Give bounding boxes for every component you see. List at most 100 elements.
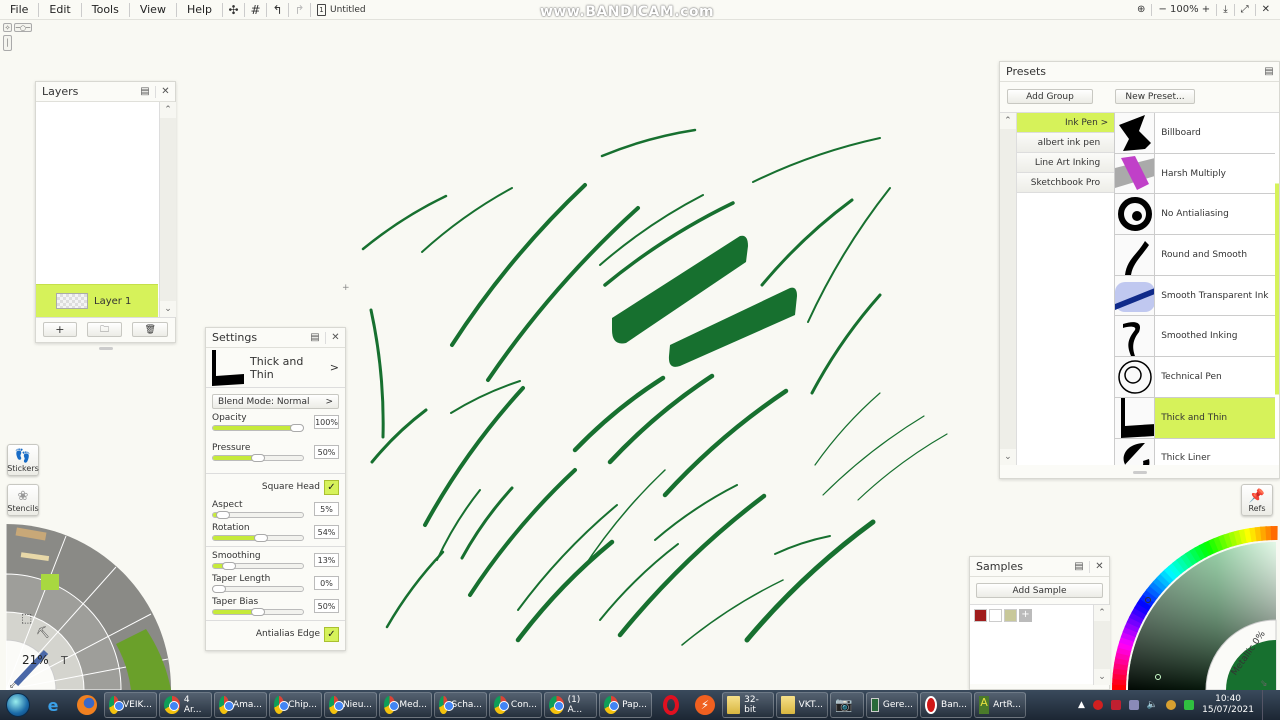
app-tray-icon[interactable] [1166, 700, 1177, 710]
panel-menu-icon[interactable]: ▤ [1259, 66, 1279, 78]
vertical-slider-icon[interactable]: │ [3, 35, 12, 51]
menu-edit[interactable]: Edit [39, 2, 82, 17]
preset-group-item[interactable]: Line Art Inking [1016, 153, 1115, 173]
preset-item[interactable]: Billboard [1115, 113, 1276, 154]
preset-group-item[interactable]: albert ink pen [1016, 133, 1115, 153]
preset-item[interactable]: Harsh Multiply [1115, 153, 1276, 195]
taskbar-button[interactable]: Nieu... [324, 692, 377, 718]
panel-menu-icon[interactable]: ▤ [305, 332, 325, 344]
taskbar-button[interactable]: Ama... [214, 692, 267, 718]
start-button[interactable] [0, 690, 36, 720]
taskbar-button[interactable]: 4 Ar... [159, 692, 212, 718]
slider-value-field[interactable]: 54% [314, 525, 339, 539]
tray-expand-icon[interactable]: ▲ [1078, 700, 1085, 710]
scroll-up-icon[interactable]: ⌃ [160, 102, 176, 118]
preset-item[interactable]: Smooth Transparent Ink [1115, 275, 1276, 317]
scroll-down-icon[interactable]: ⌄ [160, 301, 176, 317]
stencils-button[interactable]: ❀ Stencils [7, 484, 39, 516]
slider-thumb[interactable] [254, 534, 268, 542]
slider-value-field[interactable]: 50% [314, 445, 339, 459]
taskbar-button[interactable]: Med... [379, 692, 432, 718]
slider-value-field[interactable]: 0% [314, 576, 339, 590]
slider-thumb[interactable] [251, 454, 265, 462]
horizontal-slider-icon[interactable]: ─○─ [14, 23, 32, 32]
scroll-up-icon[interactable]: ⌃ [1000, 113, 1016, 129]
layers-scrollbar[interactable]: ⌃ ⌄ [159, 102, 176, 317]
taskbar-button[interactable]: Pap... [599, 692, 652, 718]
grid-icon[interactable]: # [245, 2, 268, 17]
undo-icon[interactable]: ↰ [267, 2, 290, 17]
show-desktop-button[interactable] [1262, 690, 1272, 720]
add-layer-button[interactable]: + [43, 322, 77, 337]
menu-view[interactable]: View [130, 2, 177, 17]
zoom-out-button[interactable]: − [1158, 4, 1166, 15]
battery-icon[interactable] [1184, 700, 1195, 710]
layers-grip[interactable] [36, 341, 175, 350]
pin-icon[interactable]: ✧ [3, 23, 12, 32]
color-swatch[interactable] [974, 609, 987, 622]
preset-item[interactable]: Technical Pen [1115, 357, 1276, 398]
slider-thumb[interactable] [222, 562, 236, 570]
panel-menu-icon[interactable]: ▤ [1069, 561, 1089, 573]
color-swatch[interactable] [989, 609, 1002, 622]
slider-thumb[interactable] [290, 424, 304, 432]
taskbar-button[interactable]: 📷 [830, 692, 864, 718]
color-picker[interactable]: Metallic 0% ⇘ [1108, 522, 1280, 690]
roller-icon[interactable]: ⛏ [36, 626, 50, 639]
presets-scrollbar[interactable] [1275, 113, 1279, 465]
taskbar-button[interactable]: (1) A... [544, 692, 597, 718]
paint-tube-icon[interactable] [41, 574, 59, 590]
taskbar-button[interactable]: Con... [489, 692, 542, 718]
groups-scrollbar[interactable]: ⌃ ⌄ [1000, 113, 1017, 465]
preset-item[interactable]: Smoothed Inking [1115, 316, 1276, 358]
zoom-reset-icon[interactable]: ⊕ [1131, 4, 1151, 16]
speaker-icon[interactable]: 🔈 [1147, 700, 1158, 710]
preset-item[interactable]: Thick Liner [1115, 438, 1276, 465]
add-swatch-button[interactable]: + [1019, 609, 1032, 622]
clock[interactable]: 10:40 15/07/2021 [1202, 694, 1254, 716]
antialias-checkbox[interactable]: ✓ [324, 626, 339, 642]
blend-mode-select[interactable]: Blend Mode: Normal > [212, 394, 339, 409]
slider-value-field[interactable]: 13% [314, 553, 339, 567]
slider-thumb[interactable] [216, 511, 230, 519]
color-swatch[interactable] [1004, 609, 1017, 622]
delete-layer-button[interactable]: 🗑 [132, 322, 168, 337]
antivirus-tray-icon[interactable] [1110, 700, 1121, 710]
network-tray-icon[interactable] [1128, 700, 1139, 710]
panel-menu-icon[interactable]: ▤ [135, 86, 155, 98]
stickers-button[interactable]: 👣 Stickers [7, 444, 39, 476]
add-sample-button[interactable]: Add Sample [976, 583, 1103, 598]
selection-icon[interactable]: ⬚ [21, 611, 32, 625]
presets-grip[interactable] [1000, 465, 1279, 474]
preset-group-item[interactable]: Sketchbook Pro [1016, 173, 1115, 193]
record-tray-icon[interactable] [1092, 700, 1103, 710]
tool-wheel[interactable]: ⬚ ⛏ T 21% ⇙ [6, 524, 171, 690]
preset-item[interactable]: Thick and Thin [1115, 397, 1276, 439]
slider-value-field[interactable]: 100% [314, 415, 339, 429]
slider-value-field[interactable]: 5% [314, 502, 339, 516]
flash-icon[interactable]: ⚡ [688, 690, 722, 720]
preset-selector[interactable]: Thick and Thin > [206, 348, 345, 388]
close-icon[interactable]: ✕ [1089, 560, 1109, 573]
redo-icon[interactable]: ↱ [289, 2, 312, 17]
layer-group-button[interactable]: 🗀 [86, 322, 123, 337]
collapse-wheel-icon[interactable]: ⇙ [9, 681, 17, 690]
menu-file[interactable]: File [0, 2, 40, 17]
taskbar-button[interactable]: Chip... [269, 692, 322, 718]
scroll-down-icon[interactable]: ⌄ [1000, 449, 1016, 465]
preset-item[interactable]: Round and Smooth [1115, 235, 1276, 276]
taskbar-button[interactable]: VKT... [776, 692, 828, 718]
square-head-checkbox[interactable]: ✓ [324, 479, 339, 495]
preset-item[interactable]: No Antialiasing [1115, 194, 1276, 236]
layer-item[interactable]: Layer 1 [36, 284, 158, 317]
transform-icon[interactable]: ✣ [223, 2, 246, 17]
opera-icon[interactable] [654, 690, 688, 720]
refs-button[interactable]: 📌 Refs [1241, 484, 1273, 516]
zoom-in-button[interactable]: + [1202, 4, 1210, 15]
slider-value-field[interactable]: 50% [314, 599, 339, 613]
new-preset-button[interactable]: New Preset... [1115, 89, 1195, 104]
firefox-icon[interactable] [70, 690, 104, 720]
taskbar-button[interactable]: Ban... [920, 692, 972, 718]
text-tool-icon[interactable]: T [60, 654, 68, 667]
taskbar-button[interactable]: VEIK... [104, 692, 157, 718]
